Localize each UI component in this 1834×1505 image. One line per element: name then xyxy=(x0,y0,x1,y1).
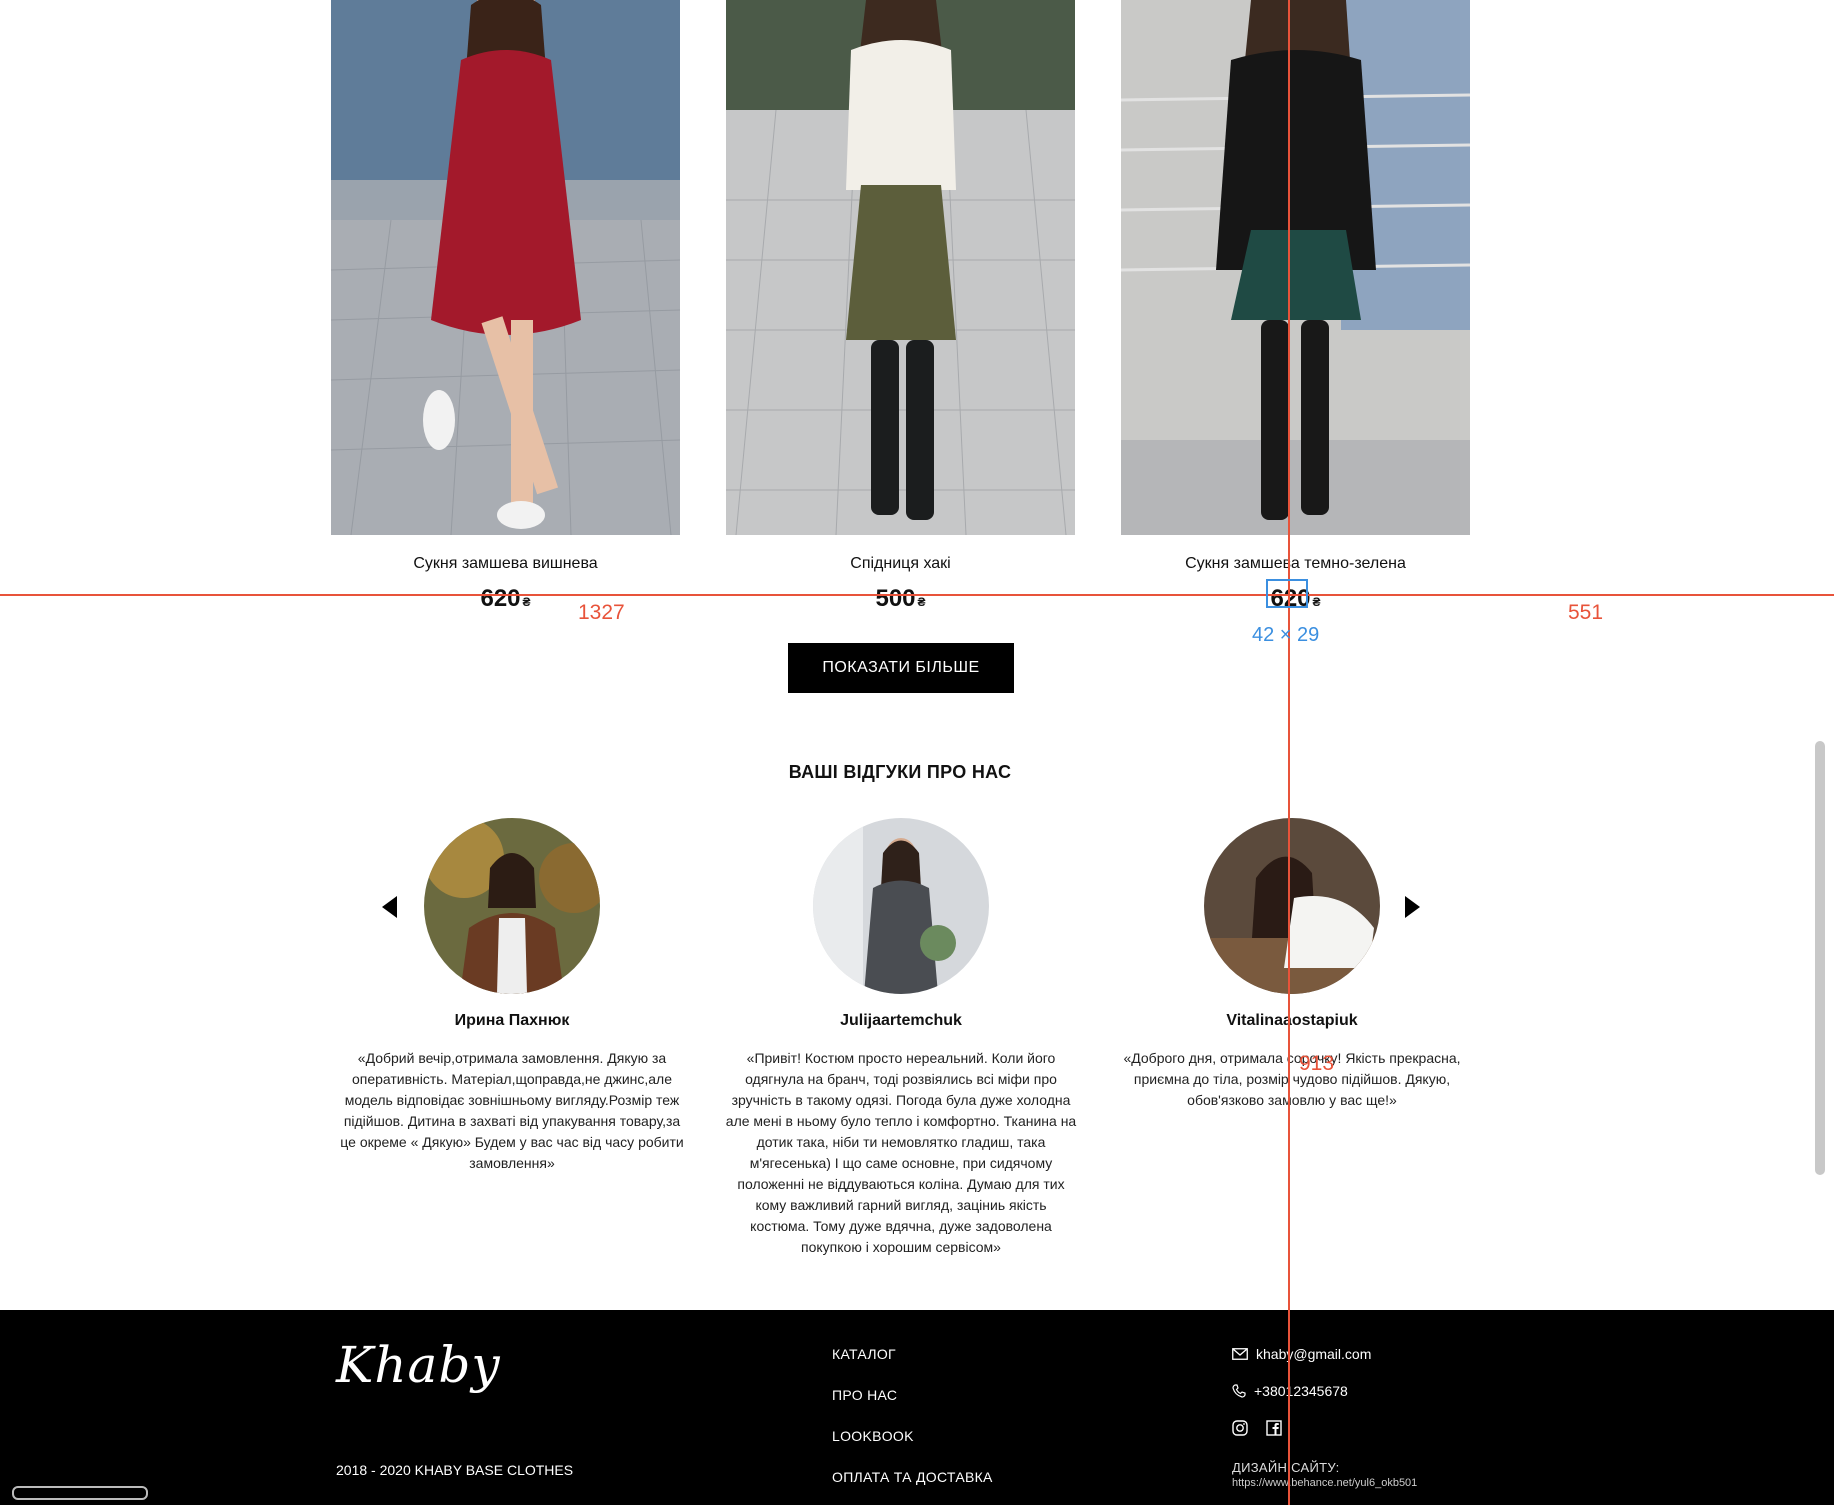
instagram-icon[interactable] xyxy=(1232,1420,1248,1436)
avatar xyxy=(1204,818,1380,994)
product-name[interactable]: Спідниця хакі xyxy=(726,555,1075,573)
review-text: «Доброго дня, отримала сорочку! Якість п… xyxy=(1123,1050,1461,1108)
currency-sign: ₴ xyxy=(522,595,531,609)
footer: Khaby 2018 - 2020 KHABY BASE CLOTHES КАТ… xyxy=(0,1310,1834,1505)
facebook-icon[interactable] xyxy=(1266,1420,1282,1436)
reviews-title: ВАШІ ВІДГУКИ ПРО НАС xyxy=(788,762,1012,782)
design-link[interactable]: https://www.behance.net/yul6_okb501 xyxy=(1232,1477,1417,1489)
footer-link-payment-delivery[interactable]: ОПЛАТА ТА ДОСТАВКА xyxy=(832,1469,993,1485)
product-card[interactable]: Спідниця хакі 500 ₴ xyxy=(726,0,1075,613)
review-text: «Добрий вечір,отримала замовлення. Дякую… xyxy=(340,1050,684,1171)
show-more-button[interactable]: ПОКАЗАТИ БІЛЬШЕ xyxy=(788,643,1014,693)
social-links xyxy=(1232,1420,1282,1436)
footer-link-lookbook[interactable]: LOOKBOOK xyxy=(832,1428,914,1444)
product-price: 500 ₴ xyxy=(726,585,1075,613)
product-price: 620 ₴ xyxy=(331,585,680,613)
design-label: ДИЗАЙН САЙТУ: xyxy=(1232,1460,1340,1475)
review-text: «Привіт! Костюм просто нереальний. Коли … xyxy=(725,1050,1077,1255)
product-photo[interactable] xyxy=(331,0,680,535)
avatar xyxy=(813,818,989,994)
product-photo[interactable] xyxy=(726,0,1075,535)
distance-right-label: 551 xyxy=(1568,601,1604,624)
currency-sign: ₴ xyxy=(917,595,926,609)
product-photo[interactable] xyxy=(1121,0,1470,535)
mail-icon xyxy=(1232,1348,1248,1360)
measure-guide-vertical xyxy=(1288,0,1290,1505)
price-value: 620 xyxy=(480,585,521,612)
footer-email[interactable]: khaby@gmail.com xyxy=(1232,1346,1371,1362)
price-value: 500 xyxy=(875,585,916,612)
email-text[interactable]: khaby@gmail.com xyxy=(1256,1346,1371,1362)
horizontal-scrollbar[interactable] xyxy=(12,1486,148,1500)
phone-icon xyxy=(1232,1384,1246,1398)
selection-box xyxy=(1266,579,1308,608)
avatar xyxy=(424,818,600,994)
copyright: 2018 - 2020 KHABY BASE CLOTHES xyxy=(336,1462,574,1478)
footer-logo[interactable]: Khaby xyxy=(336,1336,501,1394)
product-card[interactable]: Сукня замшева темно-зелена 620 ₴ xyxy=(1121,0,1470,613)
vertical-scrollbar[interactable] xyxy=(1815,741,1825,1175)
measure-guide-horizontal xyxy=(0,594,1834,596)
footer-link-about[interactable]: ПРО НАС xyxy=(832,1387,897,1403)
review-card: Ирина Пахнюк «Добрий вечір,отримала замо… xyxy=(332,818,692,1174)
reviewer-name: Julijaartemchuk xyxy=(840,1012,962,1029)
distance-left-label: 1327 xyxy=(578,601,625,624)
currency-sign: ₴ xyxy=(1312,595,1321,609)
review-card: Vitalinaaostapiuk «Доброго дня, отримала… xyxy=(1112,818,1472,1111)
footer-link-catalog[interactable]: КАТАЛОГ xyxy=(832,1346,896,1362)
product-name[interactable]: Сукня замшева темно-зелена xyxy=(1121,555,1470,573)
distance-bottom-label: 913 xyxy=(1299,1052,1335,1075)
reviewer-name: Ирина Пахнюк xyxy=(454,1012,570,1029)
selection-size-label: 42 × 29 xyxy=(1252,624,1320,646)
product-card[interactable]: Сукня замшева вишнева 620 ₴ xyxy=(331,0,680,613)
reviewer-name: Vitalinaaostapiuk xyxy=(1226,1012,1358,1029)
review-card: Julijaartemchuk «Привіт! Костюм просто н… xyxy=(721,818,1081,1258)
phone-text[interactable]: +38012345678 xyxy=(1254,1383,1348,1399)
product-name[interactable]: Сукня замшева вишнева xyxy=(331,555,680,573)
